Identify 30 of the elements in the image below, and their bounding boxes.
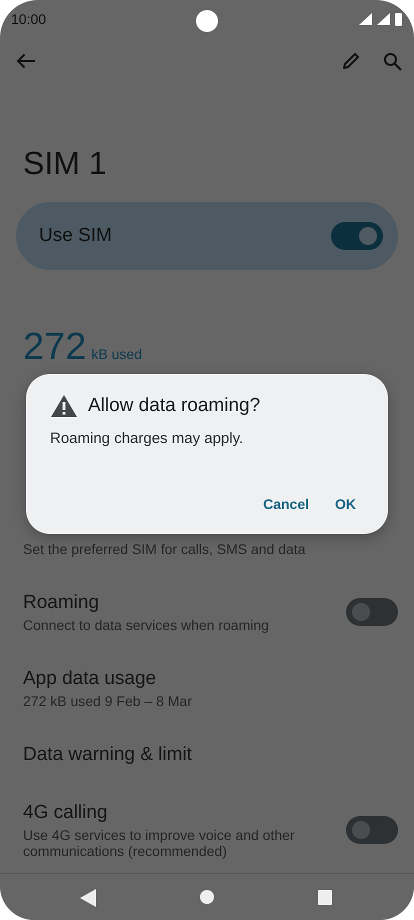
warning-icon [50,394,78,418]
back-icon[interactable] [80,889,96,907]
setting-description: Set the preferred SIM for calls, SMS and data [23,541,306,557]
signal-icon [377,13,390,25]
setting-description: 272 kB used 9 Feb – 8 Mar [23,693,193,709]
pencil-icon[interactable] [341,51,361,71]
status-time: 10:00 [11,11,46,27]
home-icon[interactable] [200,890,214,904]
search-icon[interactable] [383,52,402,70]
cancel-button[interactable]: Cancel [255,490,317,518]
back-arrow-icon[interactable] [16,53,36,69]
usage-amount: 272 [23,327,86,367]
dialog-title: Allow data roaming? [88,395,260,417]
usage-unit: kB used [91,346,142,362]
ok-button[interactable]: OK [327,490,364,518]
camera-cutout [196,10,218,32]
setting-title: 4G calling [23,801,108,825]
page-title: SIM 1 [23,144,108,183]
setting-description: Connect to data services when roaming [23,617,270,633]
battery-icon [395,12,402,26]
setting-title: Roaming [23,591,100,615]
dialog-message: Roaming charges may apply. [50,430,244,447]
toggle-switch[interactable] [331,222,383,250]
toggle-switch[interactable] [346,816,398,844]
setting-description: Use 4G services to improve voice and other communications (recommended) [23,827,296,859]
setting-title: App data usage [23,667,158,691]
setting-title: Data warning & limit [23,743,193,767]
toggle-switch[interactable] [346,598,398,626]
signal-icon [359,13,372,25]
use-sim-label: Use SIM [39,225,113,247]
